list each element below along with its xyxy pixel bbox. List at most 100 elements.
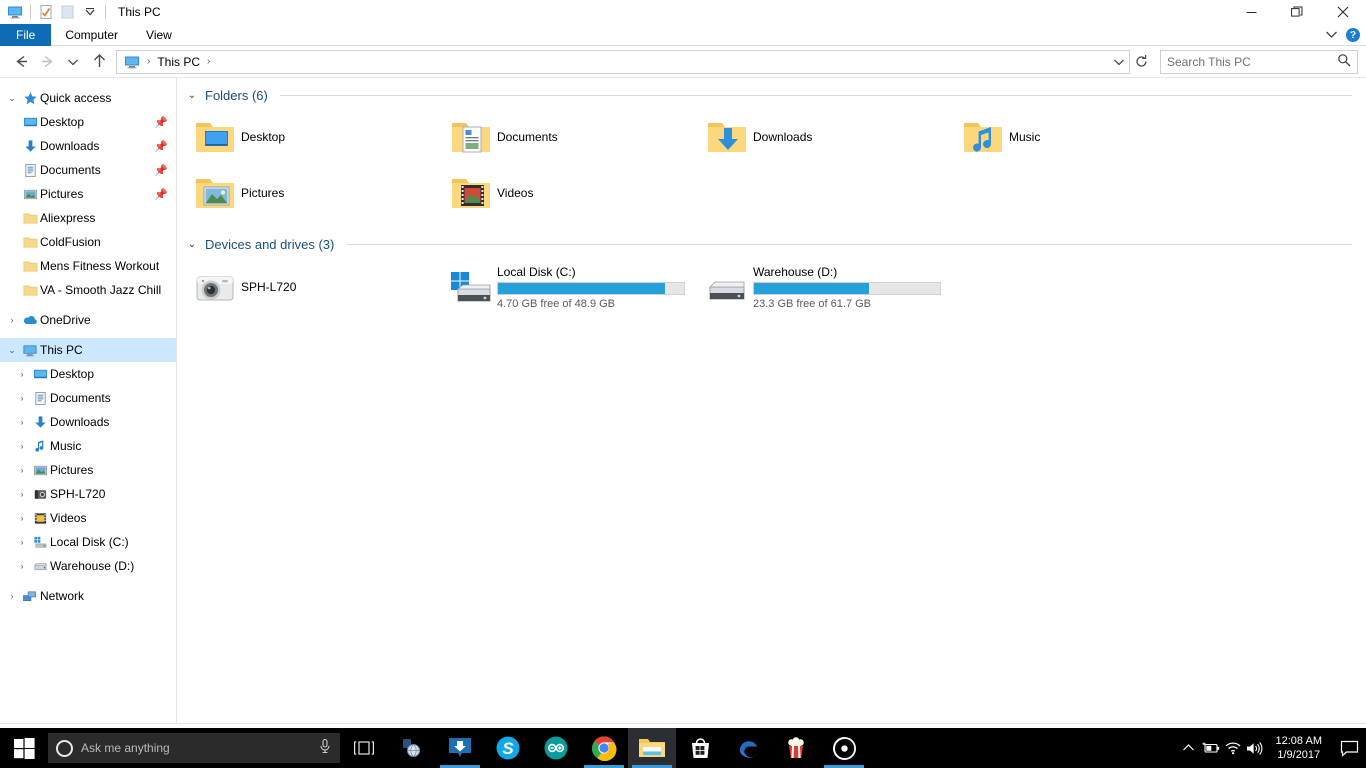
breadcrumb-separator-2[interactable]: › bbox=[203, 56, 214, 67]
chevron-down-icon[interactable]: ⌄ bbox=[185, 239, 199, 250]
sidebar-label: VA - Smooth Jazz Chill bbox=[40, 283, 161, 297]
chevron-right-icon[interactable]: › bbox=[4, 315, 20, 325]
sidebar-item-pictures-qa[interactable]: Pictures 📌 bbox=[0, 182, 176, 206]
sidebar-group-quick-access[interactable]: ⌄ Quick access bbox=[0, 86, 176, 110]
wifi-icon[interactable] bbox=[1222, 728, 1244, 768]
navigation-pane[interactable]: ⌄ Quick access Desktop 📌 Downloads 📌 bbox=[0, 78, 177, 723]
action-center-button[interactable] bbox=[1332, 728, 1366, 768]
folder-item-music[interactable]: Music bbox=[953, 109, 1209, 165]
properties-icon[interactable] bbox=[35, 1, 57, 23]
start-button[interactable] bbox=[0, 728, 48, 768]
sidebar-item-coldfusion[interactable]: ColdFusion bbox=[0, 230, 176, 254]
sidebar-item-documents[interactable]: › Documents bbox=[0, 386, 176, 410]
folder-item-pictures[interactable]: Pictures bbox=[185, 165, 441, 221]
popcorn-time-icon[interactable] bbox=[772, 728, 820, 768]
refresh-button[interactable] bbox=[1130, 50, 1152, 74]
sidebar-item-downloads-qa[interactable]: Downloads 📌 bbox=[0, 134, 176, 158]
chevron-right-icon[interactable]: › bbox=[14, 489, 30, 499]
folder-item-desktop[interactable]: Desktop bbox=[185, 109, 441, 165]
arduino-icon[interactable] bbox=[532, 728, 580, 768]
chevron-down-icon[interactable]: ⌄ bbox=[4, 93, 20, 104]
sidebar-item-desktop[interactable]: › Desktop bbox=[0, 362, 176, 386]
minimize-button[interactable] bbox=[1228, 0, 1274, 24]
sidebar-item-music[interactable]: › Music bbox=[0, 434, 176, 458]
file-explorer-icon[interactable] bbox=[628, 728, 676, 768]
breadcrumb-this-pc[interactable]: This PC bbox=[154, 55, 203, 69]
customize-dropdown-icon[interactable] bbox=[79, 1, 101, 23]
forward-button[interactable] bbox=[34, 49, 60, 75]
tab-file[interactable]: File bbox=[0, 24, 51, 46]
up-button[interactable] bbox=[86, 49, 112, 75]
sidebar-item-desktop-qa[interactable]: Desktop 📌 bbox=[0, 110, 176, 134]
drive-item-warehouse-d[interactable]: Warehouse (D:) 23.3 GB free of 61.7 GB bbox=[697, 258, 953, 316]
file-list-pane[interactable]: ⌄ Folders (6) Desktop bbox=[177, 78, 1366, 723]
sidebar-item-network[interactable]: › Network bbox=[0, 584, 176, 608]
back-button[interactable] bbox=[8, 49, 34, 75]
help-icon[interactable]: ? bbox=[1346, 28, 1360, 42]
battery-icon[interactable] bbox=[1200, 728, 1222, 768]
maximize-restore-button[interactable] bbox=[1274, 0, 1320, 24]
sidebar-item-va-smooth-jazz[interactable]: VA - Smooth Jazz Chill bbox=[0, 278, 176, 302]
sidebar-item-mens-fitness[interactable]: Mens Fitness Workout bbox=[0, 254, 176, 278]
chevron-right-icon[interactable]: › bbox=[14, 513, 30, 523]
breadcrumb-icon[interactable] bbox=[121, 54, 143, 70]
pin-icon[interactable]: 📌 bbox=[154, 116, 168, 129]
address-path-box[interactable]: › This PC › bbox=[116, 50, 1130, 74]
search-input[interactable]: Search This PC bbox=[1160, 50, 1358, 74]
folder-documents-icon bbox=[445, 118, 497, 156]
chevron-right-icon[interactable]: › bbox=[14, 561, 30, 571]
folder-item-downloads[interactable]: Downloads bbox=[697, 109, 953, 165]
recent-locations-button[interactable] bbox=[60, 49, 86, 75]
clock[interactable]: 12:08 AM 1/9/2017 bbox=[1266, 728, 1332, 768]
task-view-button[interactable] bbox=[340, 728, 388, 768]
sidebar-item-sph-l720[interactable]: › SPH-L720 bbox=[0, 482, 176, 506]
sidebar-item-aliexpress[interactable]: Aliexpress bbox=[0, 206, 176, 230]
taskbar-app-list: S bbox=[388, 728, 868, 768]
sidebar-item-videos[interactable]: › Videos bbox=[0, 506, 176, 530]
globe-app-icon[interactable] bbox=[388, 728, 436, 768]
tab-view[interactable]: View bbox=[132, 24, 186, 46]
show-hidden-icons-button[interactable] bbox=[1178, 728, 1200, 768]
cortana-search-box[interactable]: Ask me anything bbox=[48, 733, 340, 763]
download-manager-icon[interactable] bbox=[436, 728, 484, 768]
volume-icon[interactable] bbox=[1244, 728, 1266, 768]
edge-icon[interactable] bbox=[724, 728, 772, 768]
skype-icon[interactable]: S bbox=[484, 728, 532, 768]
sidebar-item-pictures[interactable]: › Pictures bbox=[0, 458, 176, 482]
chevron-down-icon[interactable]: ⌄ bbox=[185, 90, 199, 101]
sidebar-item-onedrive[interactable]: › OneDrive bbox=[0, 308, 176, 332]
new-folder-icon[interactable] bbox=[57, 1, 79, 23]
sidebar-item-local-disk-c[interactable]: › Local Disk (C:) bbox=[0, 530, 176, 554]
pin-icon[interactable]: 📌 bbox=[154, 140, 168, 153]
tab-computer[interactable]: Computer bbox=[51, 24, 132, 46]
collapse-ribbon-icon[interactable] bbox=[1325, 30, 1338, 40]
chevron-down-icon[interactable]: ⌄ bbox=[4, 345, 20, 356]
group-header-devices[interactable]: ⌄ Devices and drives (3) bbox=[185, 237, 1352, 252]
chrome-icon[interactable] bbox=[580, 728, 628, 768]
sidebar-item-warehouse-d[interactable]: › Warehouse (D:) bbox=[0, 554, 176, 578]
folder-item-documents[interactable]: Documents bbox=[441, 109, 697, 165]
this-pc-icon[interactable] bbox=[4, 1, 26, 23]
chevron-right-icon[interactable]: › bbox=[14, 465, 30, 475]
chevron-right-icon[interactable]: › bbox=[14, 417, 30, 427]
folder-item-videos[interactable]: Videos bbox=[441, 165, 697, 221]
microphone-icon[interactable] bbox=[318, 738, 332, 759]
sidebar-item-documents-qa[interactable]: Documents 📌 bbox=[0, 158, 176, 182]
pin-icon[interactable]: 📌 bbox=[154, 188, 168, 201]
sidebar-item-downloads[interactable]: › Downloads bbox=[0, 410, 176, 434]
chevron-right-icon[interactable]: › bbox=[14, 369, 30, 379]
media-player-icon[interactable] bbox=[820, 728, 868, 768]
store-icon[interactable] bbox=[676, 728, 724, 768]
chevron-right-icon[interactable]: › bbox=[14, 537, 30, 547]
pin-icon[interactable]: 📌 bbox=[154, 164, 168, 177]
drive-item-local-disk-c[interactable]: Local Disk (C:) 4.70 GB free of 48.9 GB bbox=[441, 258, 697, 316]
sidebar-item-this-pc[interactable]: ⌄ This PC bbox=[0, 338, 176, 362]
group-header-folders[interactable]: ⌄ Folders (6) bbox=[185, 88, 1352, 103]
search-icon[interactable] bbox=[1337, 53, 1351, 70]
address-dropdown-icon[interactable] bbox=[1113, 57, 1125, 67]
chevron-right-icon[interactable]: › bbox=[14, 393, 30, 403]
chevron-right-icon[interactable]: › bbox=[4, 591, 20, 601]
chevron-right-icon[interactable]: › bbox=[14, 441, 30, 451]
device-item-sph-l720[interactable]: SPH-L720 bbox=[185, 258, 441, 316]
close-button[interactable] bbox=[1320, 0, 1366, 24]
